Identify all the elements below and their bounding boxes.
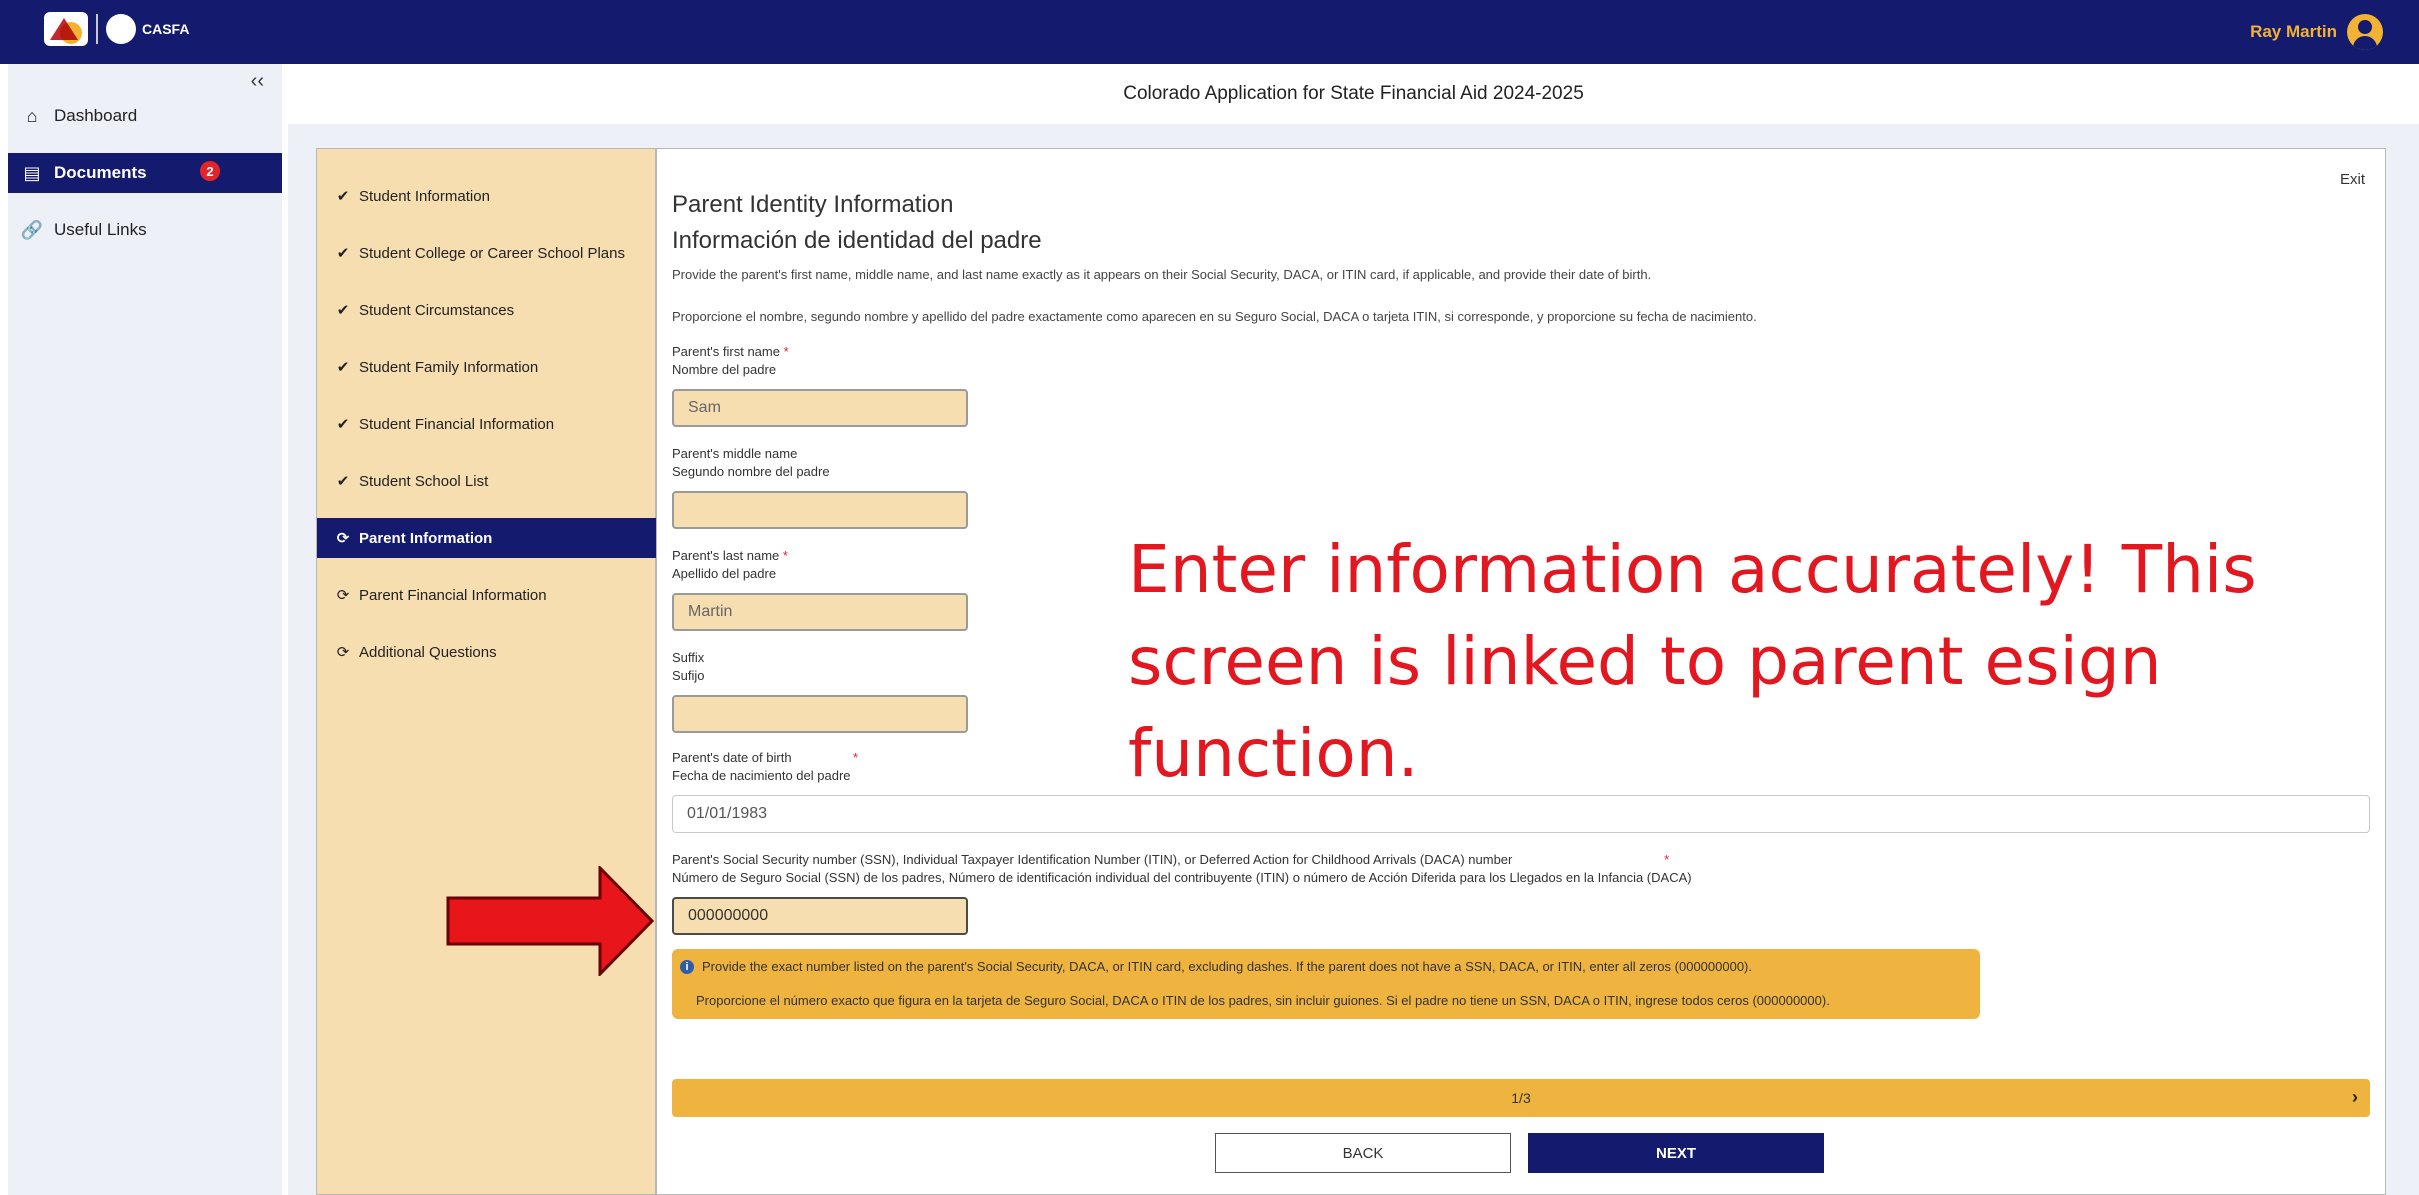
form-description-es: Proporcione el nombre, segundo nombre y … [672,309,1757,324]
page-progress-bar[interactable]: 1/3 › [672,1079,2370,1117]
step-label: Student Family Information [359,358,539,376]
last-name-label: Parent's last name * Apellido del padre [672,548,788,581]
form-title-es: Información de identidad del padre [672,227,1042,254]
annotation-callout: Enter information accurately! This scree… [1128,531,2257,792]
required-marker: * [783,344,789,359]
first-name-label: Parent's first name * Nombre del padre [672,344,789,377]
sidebar-item-documents[interactable]: ▤ Documents 2 [8,153,282,193]
sidebar-item-label: Useful Links [54,220,147,239]
logo-text: CASFA [142,21,190,37]
colorado-logo-icon [44,12,88,46]
date-of-birth-input[interactable]: 01/01/1983 [672,795,2370,833]
required-marker: * [852,750,859,765]
required-marker: * [1664,852,1670,867]
in-progress-icon: ⟳ [336,587,350,604]
step-additional-questions[interactable]: ⟳ Additional Questions [317,632,657,672]
sidebar-item-label: Dashboard [54,106,138,125]
dob-label: Parent's date of birth * Fecha de nacimi… [672,750,859,783]
info-text-es: Proporcione el número exacto que figura … [696,993,1830,1008]
sidebar: ‹‹ ⌂ Dashboard ▤ Documents 2 🔗 Useful Li… [8,64,282,1195]
step-label: Student Information [359,187,490,205]
step-list: ✔ Student Information ✔ Student College … [316,148,657,1195]
chevron-right-icon[interactable]: › [2352,1087,2358,1108]
documents-count-badge: 2 [200,161,220,181]
home-icon: ⌂ [26,105,38,126]
in-progress-icon: ⟳ [336,644,350,661]
first-name-input[interactable]: Sam [672,389,968,427]
sidebar-item-useful-links[interactable]: 🔗 Useful Links [8,210,282,250]
logo-divider [96,14,98,44]
sidebar-item-label: Documents [54,163,147,182]
required-marker: * [782,548,788,563]
step-student-information[interactable]: ✔ Student Information [317,176,657,216]
form-description-en: Provide the parent's first name, middle … [672,267,1652,282]
casfa-emblem-icon [106,14,136,44]
step-label: Student School List [359,472,489,490]
ssn-info-alert: i Provide the exact number listed on the… [672,949,1980,1019]
info-icon: i [680,959,694,974]
step-student-financial-information[interactable]: ✔ Student Financial Information [317,404,657,444]
back-button[interactable]: BACK [1215,1133,1511,1173]
progress-label: 1/3 [1511,1090,1531,1106]
user-menu[interactable]: Ray Martin [2250,14,2383,50]
suffix-label: Suffix Sufijo [672,650,705,683]
ssn-label: Parent's Social Security number (SSN), I… [672,852,1692,885]
check-icon: ✔ [336,302,350,319]
step-student-college-plans[interactable]: ✔ Student College or Career School Plans [317,233,657,273]
step-parent-financial-information[interactable]: ⟳ Parent Financial Information [317,575,657,615]
suffix-input[interactable] [672,695,968,733]
form-title-en: Parent Identity Information [672,191,954,218]
step-student-school-list[interactable]: ✔ Student School List [317,461,657,501]
step-label: Parent Information [359,529,493,547]
in-progress-icon: ⟳ [336,530,350,547]
info-text-en: Provide the exact number listed on the p… [702,959,1752,974]
casfa-logo[interactable]: CASFA [44,12,189,46]
step-label: Student Financial Information [359,415,555,433]
sidebar-item-dashboard[interactable]: ⌂ Dashboard [8,96,282,136]
middle-name-label: Parent's middle name Segundo nombre del … [672,446,830,479]
step-label: Student College or Career School Plans [359,244,625,262]
step-student-circumstances[interactable]: ✔ Student Circumstances [317,290,657,330]
next-button[interactable]: NEXT [1528,1133,1824,1173]
arrow-shape [446,866,655,976]
user-circle-icon [2347,14,2383,50]
check-icon: ✔ [336,188,350,205]
step-label: Additional Questions [359,643,497,661]
step-label: Parent Financial Information [359,586,547,604]
red-arrow-icon [446,866,655,976]
step-label: Student Circumstances [359,301,515,319]
last-name-input[interactable]: Martin [672,593,968,631]
check-icon: ✔ [336,245,350,262]
step-student-family-information[interactable]: ✔ Student Family Information [317,347,657,387]
exit-link[interactable]: Exit [2340,171,2365,188]
user-name: Ray Martin [2250,22,2337,41]
link-icon: 🔗 [20,219,44,240]
top-bar: CASFA Ray Martin [0,0,2419,64]
check-icon: ✔ [336,416,350,433]
check-icon: ✔ [336,359,350,376]
page-title: Colorado Application for State Financial… [288,64,2419,124]
step-parent-information[interactable]: ⟳ Parent Information [317,518,657,558]
ssn-input[interactable]: 000000000 [672,897,968,935]
check-icon: ✔ [336,473,350,490]
collapse-sidebar-button[interactable]: ‹‹ [251,70,264,93]
middle-name-input[interactable] [672,491,968,529]
document-icon: ▤ [23,162,41,183]
